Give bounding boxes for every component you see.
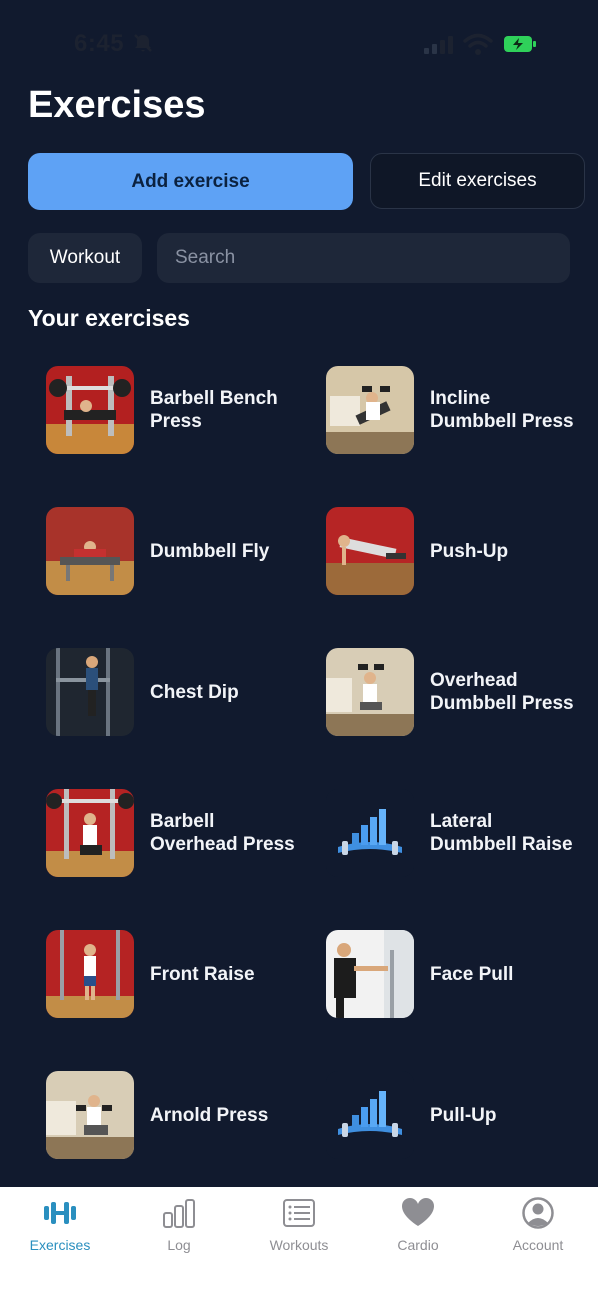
wifi-icon — [463, 33, 493, 55]
status-bar: 6:45 — [0, 0, 598, 90]
heart-icon — [402, 1198, 434, 1226]
exercise-name: Front Raise — [150, 963, 255, 985]
barbell-icon — [44, 1202, 76, 1224]
exercise-card[interactable]: Lateral Dumbbell Raise — [326, 768, 596, 898]
exercise-name: Barbell Overhead Press — [150, 811, 295, 855]
exercise-name: Pull-Up — [430, 1104, 497, 1126]
exercise-card[interactable]: Chest Dip — [46, 627, 316, 757]
page-title: Exercises — [28, 84, 206, 126]
exercise-name: Lateral Dumbbell Raise — [430, 811, 573, 855]
bar-chart-icon — [163, 1199, 195, 1228]
exercise-name: Face Pull — [430, 963, 514, 985]
face-pull-photo — [326, 930, 414, 1018]
tab-cardio[interactable]: Cardio — [368, 1197, 468, 1257]
barbell-bench-press-photo — [46, 366, 134, 454]
dumbbell-fly-photo — [46, 507, 134, 595]
tab-bar: Exercises Log Workouts Cardio Account — [0, 1187, 598, 1300]
app-logo-placeholder-icon — [326, 789, 414, 877]
list-icon — [283, 1199, 315, 1227]
chest-dip-photo — [46, 648, 134, 736]
tab-label: Workouts — [269, 1237, 329, 1253]
tab-exercises[interactable]: Exercises — [10, 1197, 110, 1257]
exercise-name: Overhead Dumbbell Press — [430, 670, 574, 714]
exercise-card[interactable]: Arnold Press — [46, 1050, 316, 1180]
edit-exercises-button[interactable]: Edit exercises — [370, 153, 585, 209]
exercise-name: Barbell Bench Press — [150, 388, 278, 432]
exercise-name: Arnold Press — [150, 1104, 269, 1126]
exercise-card[interactable]: Incline Dumbbell Press — [326, 345, 596, 475]
status-time: 6:45 — [74, 30, 125, 57]
incline-dumbbell-press-photo — [326, 366, 414, 454]
tab-label: Account — [512, 1237, 564, 1253]
battery-charging-icon — [504, 36, 536, 52]
exercise-card[interactable]: Front Raise — [46, 909, 316, 1039]
app-logo-placeholder-icon — [326, 1071, 414, 1159]
cellular-signal-icon — [424, 36, 453, 54]
front-raise-photo — [46, 930, 134, 1018]
arnold-press-photo — [46, 1071, 134, 1159]
tab-label: Exercises — [29, 1237, 91, 1253]
workout-filter-chip[interactable]: Workout — [28, 233, 142, 283]
tab-account[interactable]: Account — [488, 1197, 588, 1257]
exercise-grid: Barbell Bench Press Incline Dumbbell Pre… — [0, 345, 598, 1187]
exercise-name: Dumbbell Fly — [150, 540, 270, 562]
exercise-name: Chest Dip — [150, 681, 239, 703]
exercise-card[interactable]: Pull-Up — [326, 1050, 596, 1180]
exercise-card[interactable]: Dumbbell Fly — [46, 486, 316, 616]
bell-slash-icon — [134, 34, 152, 52]
barbell-overhead-press-photo — [46, 789, 134, 877]
exercise-card[interactable]: Barbell Overhead Press — [46, 768, 316, 898]
push-up-photo — [326, 507, 414, 595]
overhead-dumbbell-press-photo — [326, 648, 414, 736]
tab-log[interactable]: Log — [129, 1197, 229, 1257]
tab-label: Log — [167, 1237, 191, 1253]
section-title: Your exercises — [28, 305, 190, 331]
search-field[interactable] — [157, 233, 570, 283]
add-exercise-button[interactable]: Add exercise — [28, 153, 353, 210]
exercise-card[interactable]: Face Pull — [326, 909, 596, 1039]
search-input[interactable] — [173, 246, 570, 270]
tab-label: Cardio — [397, 1237, 439, 1253]
exercise-card[interactable]: Barbell Bench Press — [46, 345, 316, 475]
tab-workouts[interactable]: Workouts — [249, 1197, 349, 1257]
person-circle-icon — [522, 1197, 554, 1229]
exercise-card[interactable]: Push-Up — [326, 486, 596, 616]
exercise-name: Incline Dumbbell Press — [430, 388, 574, 432]
exercise-card[interactable]: Overhead Dumbbell Press — [326, 627, 596, 757]
exercise-name: Push-Up — [430, 540, 509, 562]
